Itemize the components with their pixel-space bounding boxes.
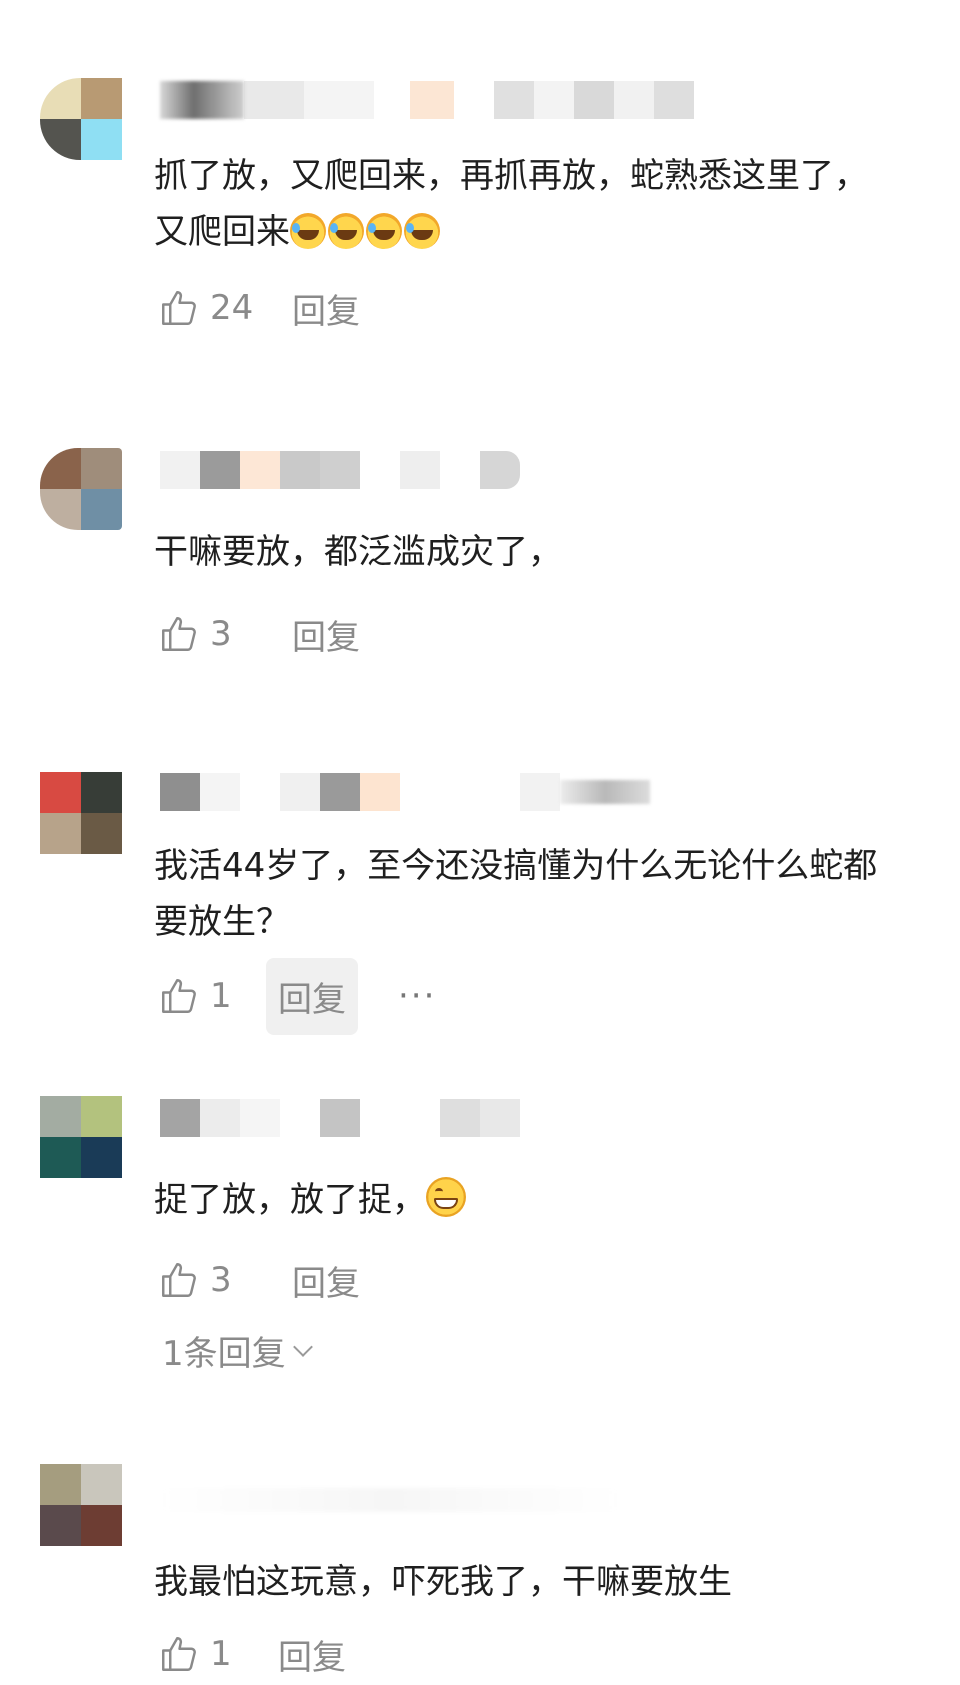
reply-button[interactable]: 回复 xyxy=(280,278,372,339)
laugh-cry-emoji xyxy=(290,213,326,249)
like-count: 3 xyxy=(210,1260,232,1300)
username-redacted[interactable] xyxy=(160,80,694,120)
reply-button[interactable]: 回复 xyxy=(266,1624,358,1685)
avatar[interactable] xyxy=(40,1096,122,1178)
comment-actions: 1 回复 xyxy=(158,1624,358,1684)
avatar[interactable] xyxy=(40,1464,122,1546)
thumbs-up-icon[interactable] xyxy=(158,1633,200,1675)
laugh-cry-emoji xyxy=(328,213,364,249)
reply-button[interactable]: 回复 xyxy=(266,957,358,1035)
comment-text-body: 我活44岁了，至今还没搞懂为什么无论什么蛇都要放生？ xyxy=(154,846,878,942)
like-count: 3 xyxy=(210,614,232,654)
avatar[interactable] xyxy=(40,772,122,854)
comment-actions: 3 回复 xyxy=(158,604,372,664)
view-replies-label: 1条回复 xyxy=(162,1334,286,1374)
thumbs-up-icon[interactable] xyxy=(158,1259,200,1301)
comment-text-body: 我最怕这玩意，吓死我了，干嘛要放生 xyxy=(154,1562,732,1602)
laugh-cry-emoji xyxy=(366,213,402,249)
reply-button[interactable]: 回复 xyxy=(280,1250,372,1311)
comment-text: 捉了放，放了捉， xyxy=(154,1172,894,1228)
comment-text: 干嘛要放，都泛滥成灾了， xyxy=(154,524,894,580)
comment-actions: 24 回复 xyxy=(158,278,372,338)
avatar[interactable] xyxy=(40,448,122,530)
view-replies-toggle[interactable]: 1条回复 xyxy=(162,1326,313,1375)
thumbs-up-icon[interactable] xyxy=(158,287,200,329)
username-redacted[interactable] xyxy=(160,450,520,490)
chevron-down-icon xyxy=(292,1336,313,1357)
grin-emoji xyxy=(426,1177,466,1217)
username-redacted[interactable] xyxy=(160,1480,620,1520)
username-redacted[interactable] xyxy=(160,772,650,812)
reply-button[interactable]: 回复 xyxy=(280,604,372,665)
thumbs-up-icon[interactable] xyxy=(158,975,200,1017)
comment-text-body: 抓了放，又爬回来，再抓再放，蛇熟悉这里了，又爬回来 xyxy=(154,156,868,252)
comment-text: 抓了放，又爬回来，再抓再放，蛇熟悉这里了，又爬回来 xyxy=(154,148,894,260)
comment-text-body: 干嘛要放，都泛滥成灾了， xyxy=(154,532,562,572)
comment-actions: 1 回复 ··· xyxy=(158,957,436,1035)
thumbs-up-icon[interactable] xyxy=(158,613,200,655)
comment-text-body: 捉了放，放了捉， xyxy=(154,1180,426,1220)
like-count: 1 xyxy=(210,1634,232,1674)
avatar[interactable] xyxy=(40,78,122,160)
comment-text: 我最怕这玩意，吓死我了，干嘛要放生 xyxy=(154,1554,894,1610)
username-redacted[interactable] xyxy=(160,1098,520,1138)
like-count: 24 xyxy=(210,288,254,328)
comment-actions: 3 回复 xyxy=(158,1250,372,1310)
comment-text: 我活44岁了，至今还没搞懂为什么无论什么蛇都要放生？ xyxy=(154,838,894,950)
more-options-button[interactable]: ··· xyxy=(398,976,436,1016)
laugh-cry-emoji xyxy=(404,213,440,249)
like-count: 1 xyxy=(210,976,232,1016)
